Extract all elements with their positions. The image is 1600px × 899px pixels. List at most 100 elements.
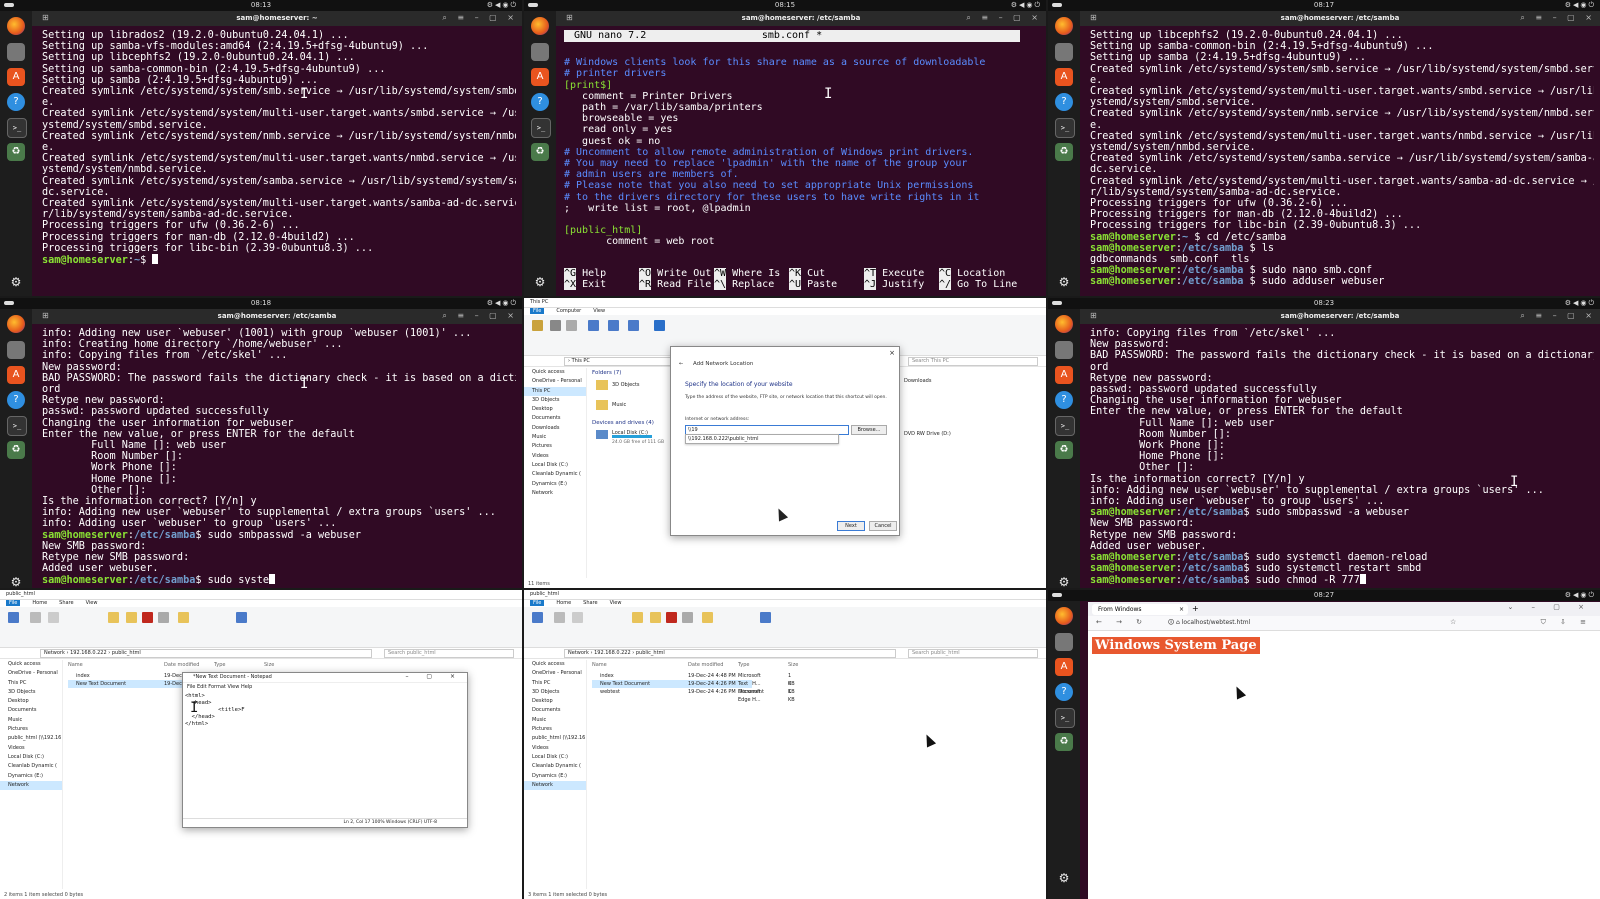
notepad-menu-item[interactable]: Help: [241, 684, 252, 690]
trash-icon[interactable]: ♻: [531, 143, 549, 161]
addr-folder[interactable]: public_html: [112, 650, 141, 656]
nav-item[interactable]: Desktop: [524, 697, 586, 706]
app-center-icon[interactable]: A: [531, 68, 549, 86]
firefox-icon[interactable]: [1055, 315, 1073, 333]
nav-item[interactable]: Pictures: [524, 442, 586, 451]
pin-icon[interactable]: [532, 612, 543, 623]
files-icon[interactable]: [1055, 43, 1073, 61]
system-tray-icons[interactable]: ⚙◀◉⏻: [1011, 1, 1042, 10]
nav-item[interactable]: Documents: [0, 706, 62, 715]
nav-item[interactable]: OneDrive - Personal: [524, 377, 586, 386]
devices-group[interactable]: Devices and drives (4): [592, 420, 654, 426]
address-box[interactable]: Network › 192.168.0.222 › public_html: [564, 649, 896, 658]
dialog-close-icon[interactable]: ×: [889, 349, 895, 357]
nav-item[interactable]: Videos: [524, 452, 586, 461]
ribbon-tab-home[interactable]: Home: [32, 600, 47, 606]
nano-editor[interactable]: # Windows clients look for this share na…: [564, 46, 1040, 266]
properties-icon[interactable]: [236, 612, 247, 623]
table-row[interactable]: webtest 19-Dec-24 4:26 PM Microsoft Edge H…: [592, 688, 795, 703]
system-tray-icons[interactable]: ⚙◀◉⏻: [487, 1, 518, 10]
window-controls[interactable]: ⌕ ≡ – ▢ ×: [1520, 13, 1596, 23]
show-apps-icon[interactable]: ⚙: [531, 273, 549, 291]
add-network-location-icon[interactable]: [628, 320, 639, 331]
nav-item[interactable]: Cleanlab Dynamic (: [0, 762, 62, 771]
nav-item[interactable]: Documents: [524, 706, 586, 715]
window-controls[interactable]: ⌕ ≡ – ▢ ×: [1520, 311, 1596, 321]
help-icon[interactable]: ?: [1055, 683, 1073, 701]
nav-item[interactable]: Music: [524, 716, 586, 725]
show-apps-icon[interactable]: ⚙: [1055, 869, 1073, 887]
nav-item[interactable]: Pictures: [0, 725, 62, 734]
terminal-icon[interactable]: >_: [1055, 416, 1075, 436]
notepad-menu-item[interactable]: Format: [208, 684, 227, 690]
ribbon-tab-view[interactable]: View: [86, 600, 98, 606]
system-group[interactable]: [676, 319, 726, 345]
window-controls[interactable]: ⌕ ≡ – ▢ ×: [442, 311, 518, 321]
ribbon-tabs[interactable]: File Home Share View: [524, 600, 1046, 607]
trash-icon[interactable]: ♻: [7, 441, 25, 459]
addr-network[interactable]: Network: [568, 650, 589, 656]
ribbon-tabs[interactable]: File Home Share View: [0, 600, 522, 607]
app-center-icon[interactable]: A: [1055, 658, 1073, 676]
rename-icon[interactable]: [566, 320, 577, 331]
ribbon-tab-view[interactable]: View: [593, 308, 605, 314]
rename-icon[interactable]: [682, 612, 693, 623]
app-center-icon[interactable]: A: [1055, 366, 1073, 384]
addr-host[interactable]: 192.168.0.222: [70, 650, 107, 656]
toolbar-icons[interactable]: ⛉ ⇩ ≡: [1541, 618, 1592, 627]
url-bar[interactable]: 🛈 ⌂ localhost/webtest.html: [1168, 618, 1438, 628]
terminal-icon[interactable]: >_: [1055, 118, 1075, 138]
address-suggestion[interactable]: \\192.168.0.222\public_html: [685, 434, 839, 444]
column-header[interactable]: Date modified: [688, 662, 723, 668]
column-header[interactable]: Name: [68, 662, 83, 668]
nav-item[interactable]: Cleanlab Dynamic (: [524, 470, 586, 479]
files-icon[interactable]: [1055, 633, 1073, 651]
notepad-window-controls[interactable]: – ▢ ×: [405, 673, 463, 680]
nav-item[interactable]: Videos: [0, 744, 62, 753]
column-header[interactable]: Name: [592, 662, 607, 668]
ribbon-tab-home[interactable]: Home: [556, 600, 571, 606]
nav-item[interactable]: Network: [0, 780, 62, 791]
firefox-icon[interactable]: [1055, 17, 1073, 35]
nav-item[interactable]: Network: [524, 780, 586, 791]
files-icon[interactable]: [1055, 341, 1073, 359]
copy-icon[interactable]: [554, 612, 565, 623]
back-arrow-icon[interactable]: ←: [679, 361, 683, 367]
search-input[interactable]: Search public_html: [384, 649, 514, 658]
terminal-output[interactable]: info: Copying files from `/etc/skel' ...…: [1090, 328, 1594, 584]
nav-item[interactable]: Desktop: [0, 697, 62, 706]
dvd-drive[interactable]: DVD RW Drive (D:): [904, 431, 951, 437]
files-icon[interactable]: [7, 43, 25, 61]
help-icon[interactable]: ?: [7, 391, 25, 409]
terminal-icon[interactable]: >_: [1055, 708, 1075, 728]
nav-item[interactable]: Documents: [524, 414, 586, 423]
trash-icon[interactable]: ♻: [7, 143, 25, 161]
paste-icon[interactable]: [572, 612, 583, 623]
nav-item[interactable]: Network: [524, 489, 586, 498]
notepad-menu[interactable]: File Edit Format View Help: [183, 683, 467, 691]
copy-to-icon[interactable]: [126, 612, 137, 623]
nav-item[interactable]: Dynamics (E:): [524, 480, 586, 489]
terminal-output[interactable]: info: Adding new user `webuser' (1001) w…: [42, 328, 516, 584]
system-tray-icons[interactable]: ⚙◀◉⏻: [1565, 591, 1596, 600]
new-folder-icon[interactable]: [178, 612, 189, 623]
move-to-icon[interactable]: [632, 612, 643, 623]
downloads-folder[interactable]: Downloads: [904, 378, 931, 384]
nav-item[interactable]: This PC: [524, 386, 586, 396]
show-apps-icon[interactable]: ⚙: [7, 573, 25, 588]
addr-network[interactable]: Network: [44, 650, 65, 656]
ribbon-tab-view[interactable]: View: [610, 600, 622, 606]
ribbon-tabs[interactable]: File Computer View: [524, 308, 1046, 315]
nav-item[interactable]: 3D Objects: [524, 396, 586, 405]
bookmark-star-icon[interactable]: ☆: [1450, 618, 1456, 626]
help-icon[interactable]: ?: [1055, 391, 1073, 409]
table-row[interactable]: index19-Dec-24 4:48 PMMicrosoft Edge H..…: [592, 672, 795, 687]
next-button[interactable]: Next: [837, 521, 865, 531]
ribbon-tab-file[interactable]: File: [530, 600, 545, 606]
column-header[interactable]: Type: [738, 662, 749, 668]
browse-button[interactable]: Browse...: [851, 425, 887, 435]
firefox-icon[interactable]: [7, 17, 25, 35]
nav-buttons[interactable]: ← → ↻: [1096, 618, 1148, 626]
nav-item[interactable]: Downloads: [524, 424, 586, 433]
addr-folder[interactable]: public_html: [636, 650, 665, 656]
